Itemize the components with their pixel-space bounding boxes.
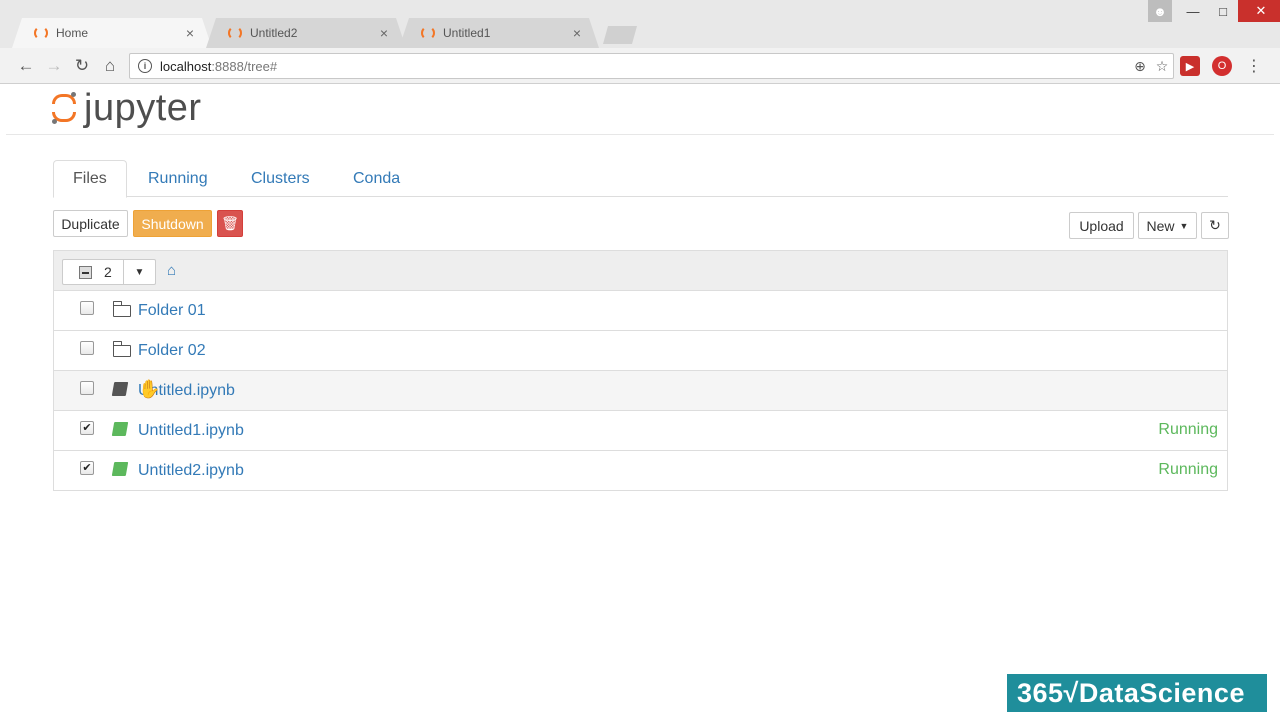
file-list-header: 2 ▼ ⌂ bbox=[54, 251, 1227, 291]
new-dropdown-button[interactable]: New ▼ bbox=[1138, 212, 1197, 239]
jupyter-favicon-icon bbox=[34, 26, 48, 40]
watermark-logo: 365√DataScience bbox=[1007, 674, 1267, 712]
jupyter-page: jupyter Files Running Clusters Conda Dup… bbox=[6, 85, 1274, 715]
refresh-button[interactable]: ↻ bbox=[1201, 212, 1229, 239]
jupyter-favicon-icon bbox=[228, 26, 242, 40]
opera-extension-icon[interactable]: O bbox=[1212, 56, 1232, 76]
file-list: 2 ▼ ⌂ Folder 01 Folder 02 Untitled.ipynb… bbox=[53, 250, 1228, 491]
browser-menu-icon[interactable]: ⋮ bbox=[1246, 56, 1262, 76]
shutdown-button[interactable]: Shutdown bbox=[133, 210, 212, 237]
running-notebook-icon bbox=[111, 422, 129, 436]
row-checkbox-checked[interactable]: ✔ bbox=[80, 461, 94, 475]
list-item[interactable]: Folder 02 bbox=[54, 331, 1227, 371]
tab-close-icon[interactable]: × bbox=[569, 25, 585, 41]
item-link[interactable]: Untitled2.ipynb bbox=[138, 462, 244, 480]
maximize-icon[interactable]: □ bbox=[1208, 0, 1238, 22]
tab-close-icon[interactable]: × bbox=[376, 25, 392, 41]
duplicate-button[interactable]: Duplicate bbox=[53, 210, 128, 237]
notebook-icon bbox=[111, 382, 129, 396]
tab-files[interactable]: Files bbox=[53, 160, 127, 198]
running-status: Running bbox=[1158, 461, 1218, 478]
trash-icon: 🗑 bbox=[221, 215, 239, 231]
browser-tab-untitled1[interactable]: Untitled1 × bbox=[399, 18, 599, 48]
bookmark-star-icon[interactable]: ☆ bbox=[1151, 58, 1173, 75]
extension-icon[interactable]: ▶ bbox=[1180, 56, 1200, 76]
tab-conda[interactable]: Conda bbox=[334, 160, 419, 197]
select-all-group[interactable]: 2 ▼ bbox=[62, 259, 156, 285]
back-arrow-icon[interactable]: ← bbox=[12, 52, 40, 80]
item-link[interactable]: Untitled1.ipynb bbox=[138, 422, 244, 440]
jupyter-favicon-icon bbox=[421, 26, 435, 40]
row-checkbox[interactable] bbox=[80, 341, 94, 355]
select-caret-icon[interactable]: ▼ bbox=[123, 260, 155, 284]
tab-strip: Home × Untitled2 × Untitled1 × ☻ — □ ✕ bbox=[0, 0, 1280, 48]
row-checkbox-checked[interactable]: ✔ bbox=[80, 421, 94, 435]
jupyter-logo[interactable]: jupyter bbox=[52, 87, 202, 129]
list-item[interactable]: Untitled.ipynb bbox=[54, 371, 1227, 411]
tab-close-icon[interactable]: × bbox=[182, 25, 198, 41]
window-close-icon[interactable]: ✕ bbox=[1238, 0, 1280, 22]
tab-running[interactable]: Running bbox=[129, 160, 227, 197]
browser-chrome: Home × Untitled2 × Untitled1 × ☻ — □ ✕ ←… bbox=[0, 0, 1280, 84]
caret-down-icon: ▼ bbox=[1179, 220, 1189, 231]
url-path: :8888/tree# bbox=[211, 58, 278, 74]
window-controls: ☻ — □ ✕ bbox=[1148, 0, 1280, 22]
upload-button[interactable]: Upload bbox=[1069, 212, 1134, 239]
running-notebook-icon bbox=[111, 462, 129, 476]
row-checkbox[interactable] bbox=[80, 301, 94, 315]
logo-text: jupyter bbox=[84, 87, 202, 129]
delete-button[interactable]: 🗑 bbox=[217, 210, 243, 237]
jupyter-header: jupyter bbox=[6, 85, 1274, 135]
browser-tab-untitled2[interactable]: Untitled2 × bbox=[206, 18, 406, 48]
jupyter-logo-icon bbox=[52, 92, 76, 124]
folder-icon bbox=[112, 341, 131, 357]
home-breadcrumb-icon[interactable]: ⌂ bbox=[167, 262, 176, 279]
info-icon[interactable]: i bbox=[138, 59, 152, 73]
refresh-icon: ↻ bbox=[1209, 217, 1221, 233]
url-host: localhost bbox=[160, 58, 212, 74]
nav-tabs: Files Running Clusters Conda bbox=[53, 160, 1228, 198]
profile-icon[interactable]: ☻ bbox=[1148, 0, 1172, 22]
folder-icon bbox=[112, 301, 131, 317]
tab-title: Home bbox=[56, 26, 89, 40]
tab-title: Untitled1 bbox=[443, 26, 491, 40]
hand-cursor-icon: ✋ bbox=[138, 379, 161, 399]
row-checkbox[interactable] bbox=[80, 381, 94, 395]
zoom-icon[interactable]: ⊕ bbox=[1129, 58, 1151, 75]
forward-arrow-icon[interactable]: → bbox=[40, 52, 68, 80]
list-item[interactable]: ✔ Untitled2.ipynb Running bbox=[54, 451, 1227, 491]
tab-clusters[interactable]: Clusters bbox=[232, 160, 329, 197]
select-all-checkbox[interactable] bbox=[79, 265, 92, 279]
item-link[interactable]: Folder 01 bbox=[138, 302, 206, 320]
selected-count: 2 bbox=[104, 264, 112, 280]
reload-icon[interactable]: ↻ bbox=[68, 52, 96, 80]
list-item[interactable]: ✔ Untitled1.ipynb Running bbox=[54, 411, 1227, 451]
minimize-icon[interactable]: — bbox=[1178, 0, 1208, 22]
tab-title: Untitled2 bbox=[250, 26, 298, 40]
item-link[interactable]: Folder 02 bbox=[138, 342, 206, 360]
new-label: New bbox=[1146, 217, 1175, 234]
list-item[interactable]: Folder 01 bbox=[54, 291, 1227, 331]
browser-tab-home[interactable]: Home × bbox=[12, 18, 212, 48]
new-tab-button[interactable] bbox=[603, 26, 637, 44]
running-status: Running bbox=[1158, 421, 1218, 438]
home-icon[interactable]: ⌂ bbox=[96, 52, 124, 80]
address-bar[interactable]: i localhost :8888/tree# ⊕ ☆ bbox=[129, 53, 1174, 79]
